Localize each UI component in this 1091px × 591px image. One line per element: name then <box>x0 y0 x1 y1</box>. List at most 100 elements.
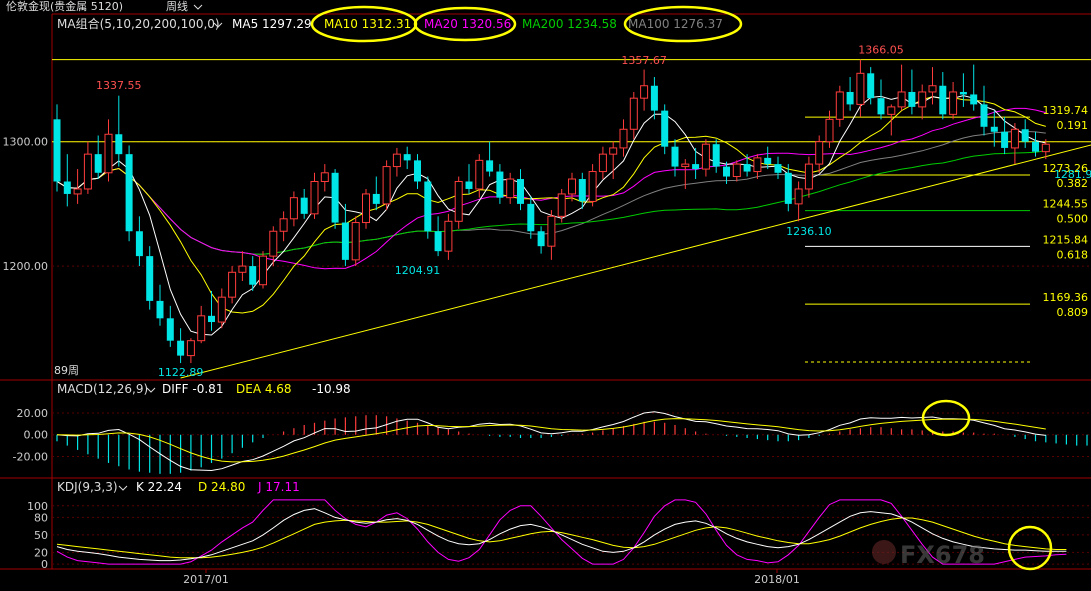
kdj-legend-name[interactable]: KDJ(9,3,3) <box>57 480 118 494</box>
candle-body-down <box>341 222 349 260</box>
fib-ratio-label: 0.618 <box>1057 248 1089 261</box>
candle-body-up <box>547 215 556 247</box>
candle-body-up <box>732 163 741 178</box>
kdj-j-value: J 17.11 <box>257 480 300 494</box>
candle-body-up <box>825 118 834 143</box>
price-label: 1366.05 <box>858 44 904 57</box>
candle-body-up <box>640 85 649 99</box>
ma10-value: MA10 1312.31 <box>324 17 411 31</box>
candle-body-down <box>723 166 730 177</box>
candle-body-down <box>115 134 123 155</box>
candle-body-down <box>939 85 947 115</box>
kdj-d-value: D 24.80 <box>198 480 245 494</box>
candle-body-down <box>1032 141 1039 152</box>
candle-body-up <box>73 188 82 195</box>
candle-body-up <box>83 153 92 190</box>
y-tick-label-macd: -20.00 <box>13 450 48 463</box>
logo-icon <box>872 540 896 564</box>
candle-body-down <box>743 164 751 172</box>
candle-body-down <box>764 157 772 165</box>
candle-body-up <box>475 159 484 190</box>
fib-price-label: 1169.36 <box>1043 291 1089 304</box>
candle-body-down <box>661 110 669 147</box>
candle-body-down <box>125 154 133 232</box>
candle-body-up <box>362 193 370 224</box>
candle-body-down <box>578 179 586 202</box>
fib-ratio-label: 0.809 <box>1057 306 1089 319</box>
candle-body-down <box>403 154 411 161</box>
candle-body-down <box>1001 131 1009 148</box>
candle-body-down <box>774 164 782 173</box>
candle-body-down <box>959 91 967 95</box>
ma-legend-name[interactable]: MA组合(5,10,20,200,100,0) <box>57 16 220 31</box>
candle-body-up <box>804 163 813 190</box>
candle-body-up <box>598 153 607 173</box>
candle-body-up <box>269 230 278 257</box>
candle-body-up <box>887 106 896 115</box>
candle-body-down <box>537 231 545 247</box>
candle-body-up <box>856 72 865 105</box>
candle-body-up <box>1010 128 1019 149</box>
candle-body-down <box>486 160 494 172</box>
macd-dea-value: DEA 4.68 <box>236 382 292 396</box>
candle-body-up <box>928 85 937 93</box>
candle-body-down <box>166 318 174 341</box>
candle-body-down <box>331 172 339 223</box>
candle-body-up <box>609 147 618 155</box>
period-selector[interactable]: 周线 <box>166 0 188 13</box>
candle-body-up <box>310 181 319 215</box>
ma20-value: MA20 1320.56 <box>424 17 511 31</box>
price-label: 1122.89 <box>158 366 204 379</box>
y-tick-label-kdj: 80 <box>34 511 48 524</box>
price-label: 1281.97 <box>1054 168 1091 181</box>
candle-body-down <box>53 119 61 182</box>
candle-body-down <box>671 146 679 167</box>
candle-body-up <box>382 166 391 205</box>
candle-body-up <box>392 153 401 168</box>
candle-body-up <box>259 255 267 286</box>
macd-hist-value: -10.98 <box>312 382 351 396</box>
candle-body-up <box>279 218 288 232</box>
candle-body-down <box>908 91 916 107</box>
candle-body-up <box>588 171 597 202</box>
candle-body-up <box>681 163 690 168</box>
candle-body-up <box>619 128 628 149</box>
fib-price-label: 1215.84 <box>1043 233 1089 246</box>
candle-body-down <box>177 340 185 356</box>
kdj-legend: KDJ(9,3,3) K 22.24 D 24.80 J 17.11 <box>57 480 300 494</box>
x-tick-label: 2018/01 <box>754 573 800 586</box>
y-tick-label-main: 1200.00 <box>3 260 49 273</box>
candle-body-down <box>867 73 875 99</box>
candle-body-down <box>434 231 442 252</box>
candle-body-up <box>197 315 206 342</box>
kdj-k-value: K 22.24 <box>136 480 182 494</box>
candle-body-up <box>701 143 710 170</box>
gold-weekly-chart[interactable]: 伦敦金现(贵金属 5120) 周线 1319.740.1911273.260.3… <box>0 0 1091 591</box>
fib-ratio-label: 0.191 <box>1057 119 1089 132</box>
candle-body-down <box>877 98 885 115</box>
candle-body-up <box>815 141 824 165</box>
instrument-title: 伦敦金现(贵金属 5120) <box>6 0 123 13</box>
macd-diff-value: DIFF -0.81 <box>162 382 223 396</box>
y-tick-label-macd: 20.00 <box>17 407 49 420</box>
price-label: 1204.91 <box>395 264 441 277</box>
candle-body-down <box>784 172 792 204</box>
candle-body-down <box>846 91 854 105</box>
fib-price-label: 1244.55 <box>1043 198 1089 211</box>
chart-header: 伦敦金现(贵金属 5120) 周线 <box>6 0 203 13</box>
marker-89-weeks: 89周 <box>54 364 79 377</box>
price-label: 1236.10 <box>786 225 832 238</box>
price-label: 1357.67 <box>621 54 667 67</box>
candle-body-down <box>372 193 380 204</box>
macd-legend-name[interactable]: MACD(12,26,9) <box>57 382 148 396</box>
candle-body-up <box>454 181 463 222</box>
candle-body-down <box>424 181 432 232</box>
candle-body-up <box>753 157 762 173</box>
candle-body-up <box>217 296 226 323</box>
y-tick-label-kdj: 50 <box>34 529 48 542</box>
candle-body-up <box>794 188 803 205</box>
candle-body-down <box>146 256 154 301</box>
candle-body-up <box>186 340 195 357</box>
candle-body-up <box>949 91 958 115</box>
y-tick-label-macd: 0.00 <box>24 429 49 442</box>
